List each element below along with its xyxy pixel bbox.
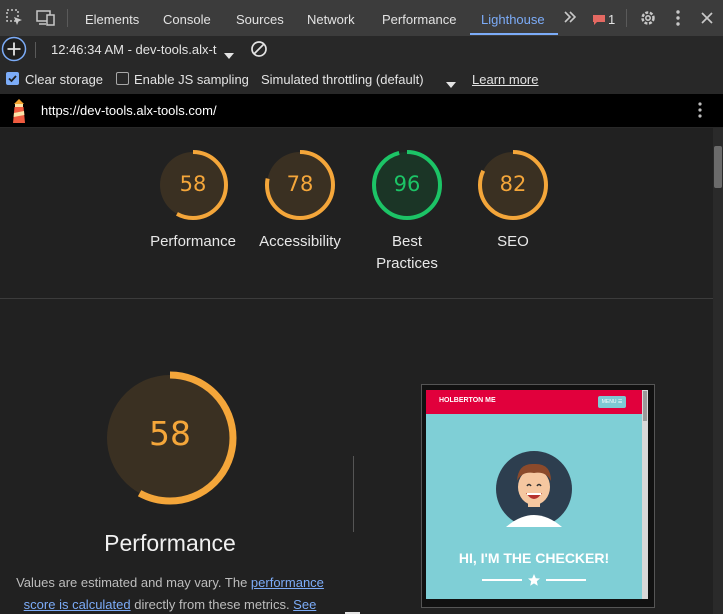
headline-divider	[482, 579, 522, 581]
gauge-score: 78	[286, 172, 314, 196]
main-gauge-score: 58	[149, 414, 191, 453]
gauge-performance[interactable]: 58 Performance	[140, 146, 246, 256]
more-options-kebab-icon[interactable]	[676, 10, 680, 26]
gauge-seo[interactable]: 82 SEO	[460, 146, 566, 256]
clear-storage-label[interactable]: Clear storage	[25, 72, 103, 87]
screenshot-hero: HI, I'M THE CHECKER!	[426, 414, 642, 599]
throttling-dropdown-arrow-icon[interactable]	[446, 77, 456, 88]
lighthouse-logo-icon	[10, 98, 28, 124]
gauge-label: SEO	[497, 233, 529, 250]
screenshot-menu-button: MENU ☰	[598, 396, 626, 408]
gauge-accessibility[interactable]: 78 Accessibility	[247, 146, 353, 256]
settings-gear-icon[interactable]	[639, 9, 657, 27]
report-scroll-thumb[interactable]	[714, 146, 722, 188]
gauge-label-line-2: Practices	[376, 255, 438, 272]
gauge-score: 82	[499, 172, 527, 196]
issues-count[interactable]: 1	[608, 12, 615, 27]
close-devtools-icon[interactable]	[700, 11, 714, 25]
clear-storage-checkbox[interactable]	[6, 72, 19, 85]
js-sampling-label[interactable]: Enable JS sampling	[134, 72, 249, 87]
screenshot-scroll-thumb	[643, 391, 647, 421]
section-divider	[0, 298, 713, 299]
screenshot-scrollbar	[642, 390, 648, 599]
more-tabs-chevron-icon[interactable]	[563, 10, 577, 24]
report-url[interactable]: https://dev-tools.alx-tools.com/	[41, 103, 217, 118]
score-calculated-link[interactable]: score is calculated	[24, 597, 131, 612]
tab-separator	[67, 9, 68, 27]
tab-lighthouse[interactable]: Lighthouse	[481, 0, 545, 36]
device-toolbar-icon[interactable]	[36, 10, 56, 26]
final-screenshot[interactable]: HOLBERTON ME MENU ☰ HI, I'M THE CHECKER!	[421, 384, 655, 608]
clear-all-block-icon[interactable]	[250, 40, 268, 58]
report-url-bar: https://dev-tools.alx-tools.com/	[0, 94, 723, 127]
description-text: Values are estimated and may vary. The	[16, 575, 251, 590]
headline-divider	[546, 579, 586, 581]
main-performance-gauge: 58	[100, 368, 240, 508]
screenshot-brand: HOLBERTON ME	[439, 397, 496, 404]
screenshot-header: HOLBERTON ME MENU ☰	[426, 390, 642, 414]
tab-performance[interactable]: Performance	[382, 0, 456, 36]
description-text: directly from these metrics.	[130, 597, 294, 612]
js-sampling-checkbox[interactable]	[116, 72, 129, 85]
devtools-tab-bar: Elements Console Sources Network Perform…	[0, 0, 723, 37]
lighthouse-options-row: Clear storage Enable JS sampling Simulat…	[0, 64, 723, 95]
avatar	[496, 451, 572, 527]
performance-link[interactable]: performance	[251, 575, 324, 590]
issues-icon[interactable]	[592, 13, 606, 25]
throttling-select[interactable]: Simulated throttling (default)	[261, 72, 424, 87]
vertical-divider	[353, 456, 354, 532]
gauge-best-practices[interactable]: 96 Best Practices	[354, 146, 460, 276]
report-scrollbar[interactable]	[713, 128, 723, 614]
tab-separator	[626, 9, 627, 27]
star-icon	[527, 573, 541, 587]
report-selector[interactable]: 12:46:34 AM - dev-tools.alx-t	[51, 42, 216, 57]
gauge-score: 58	[179, 172, 207, 196]
learn-more-link[interactable]: Learn more	[472, 72, 538, 87]
performance-description: Values are estimated and may vary. The p…	[0, 572, 340, 614]
main-performance-title: Performance	[104, 530, 236, 556]
toolbar-separator	[35, 42, 36, 58]
tab-network[interactable]: Network	[307, 0, 355, 36]
screenshot-headline: HI, I'M THE CHECKER!	[458, 550, 610, 566]
report-content: 58 Performance 78 Accessibility 96 Best …	[0, 128, 713, 614]
lighthouse-toolbar: 12:46:34 AM - dev-tools.alx-t	[0, 36, 723, 65]
report-dropdown-arrow-icon[interactable]	[224, 47, 234, 59]
new-report-plus-icon[interactable]	[1, 36, 27, 62]
active-tab-indicator	[470, 33, 558, 35]
report-menu-kebab-icon[interactable]	[698, 102, 702, 118]
tab-elements[interactable]: Elements	[85, 0, 139, 36]
tab-console[interactable]: Console	[163, 0, 211, 36]
tab-sources[interactable]: Sources	[236, 0, 284, 36]
see-calculator-link[interactable]: See	[293, 597, 316, 612]
inspect-element-icon[interactable]	[6, 9, 24, 27]
gauge-score: 96	[393, 172, 421, 196]
